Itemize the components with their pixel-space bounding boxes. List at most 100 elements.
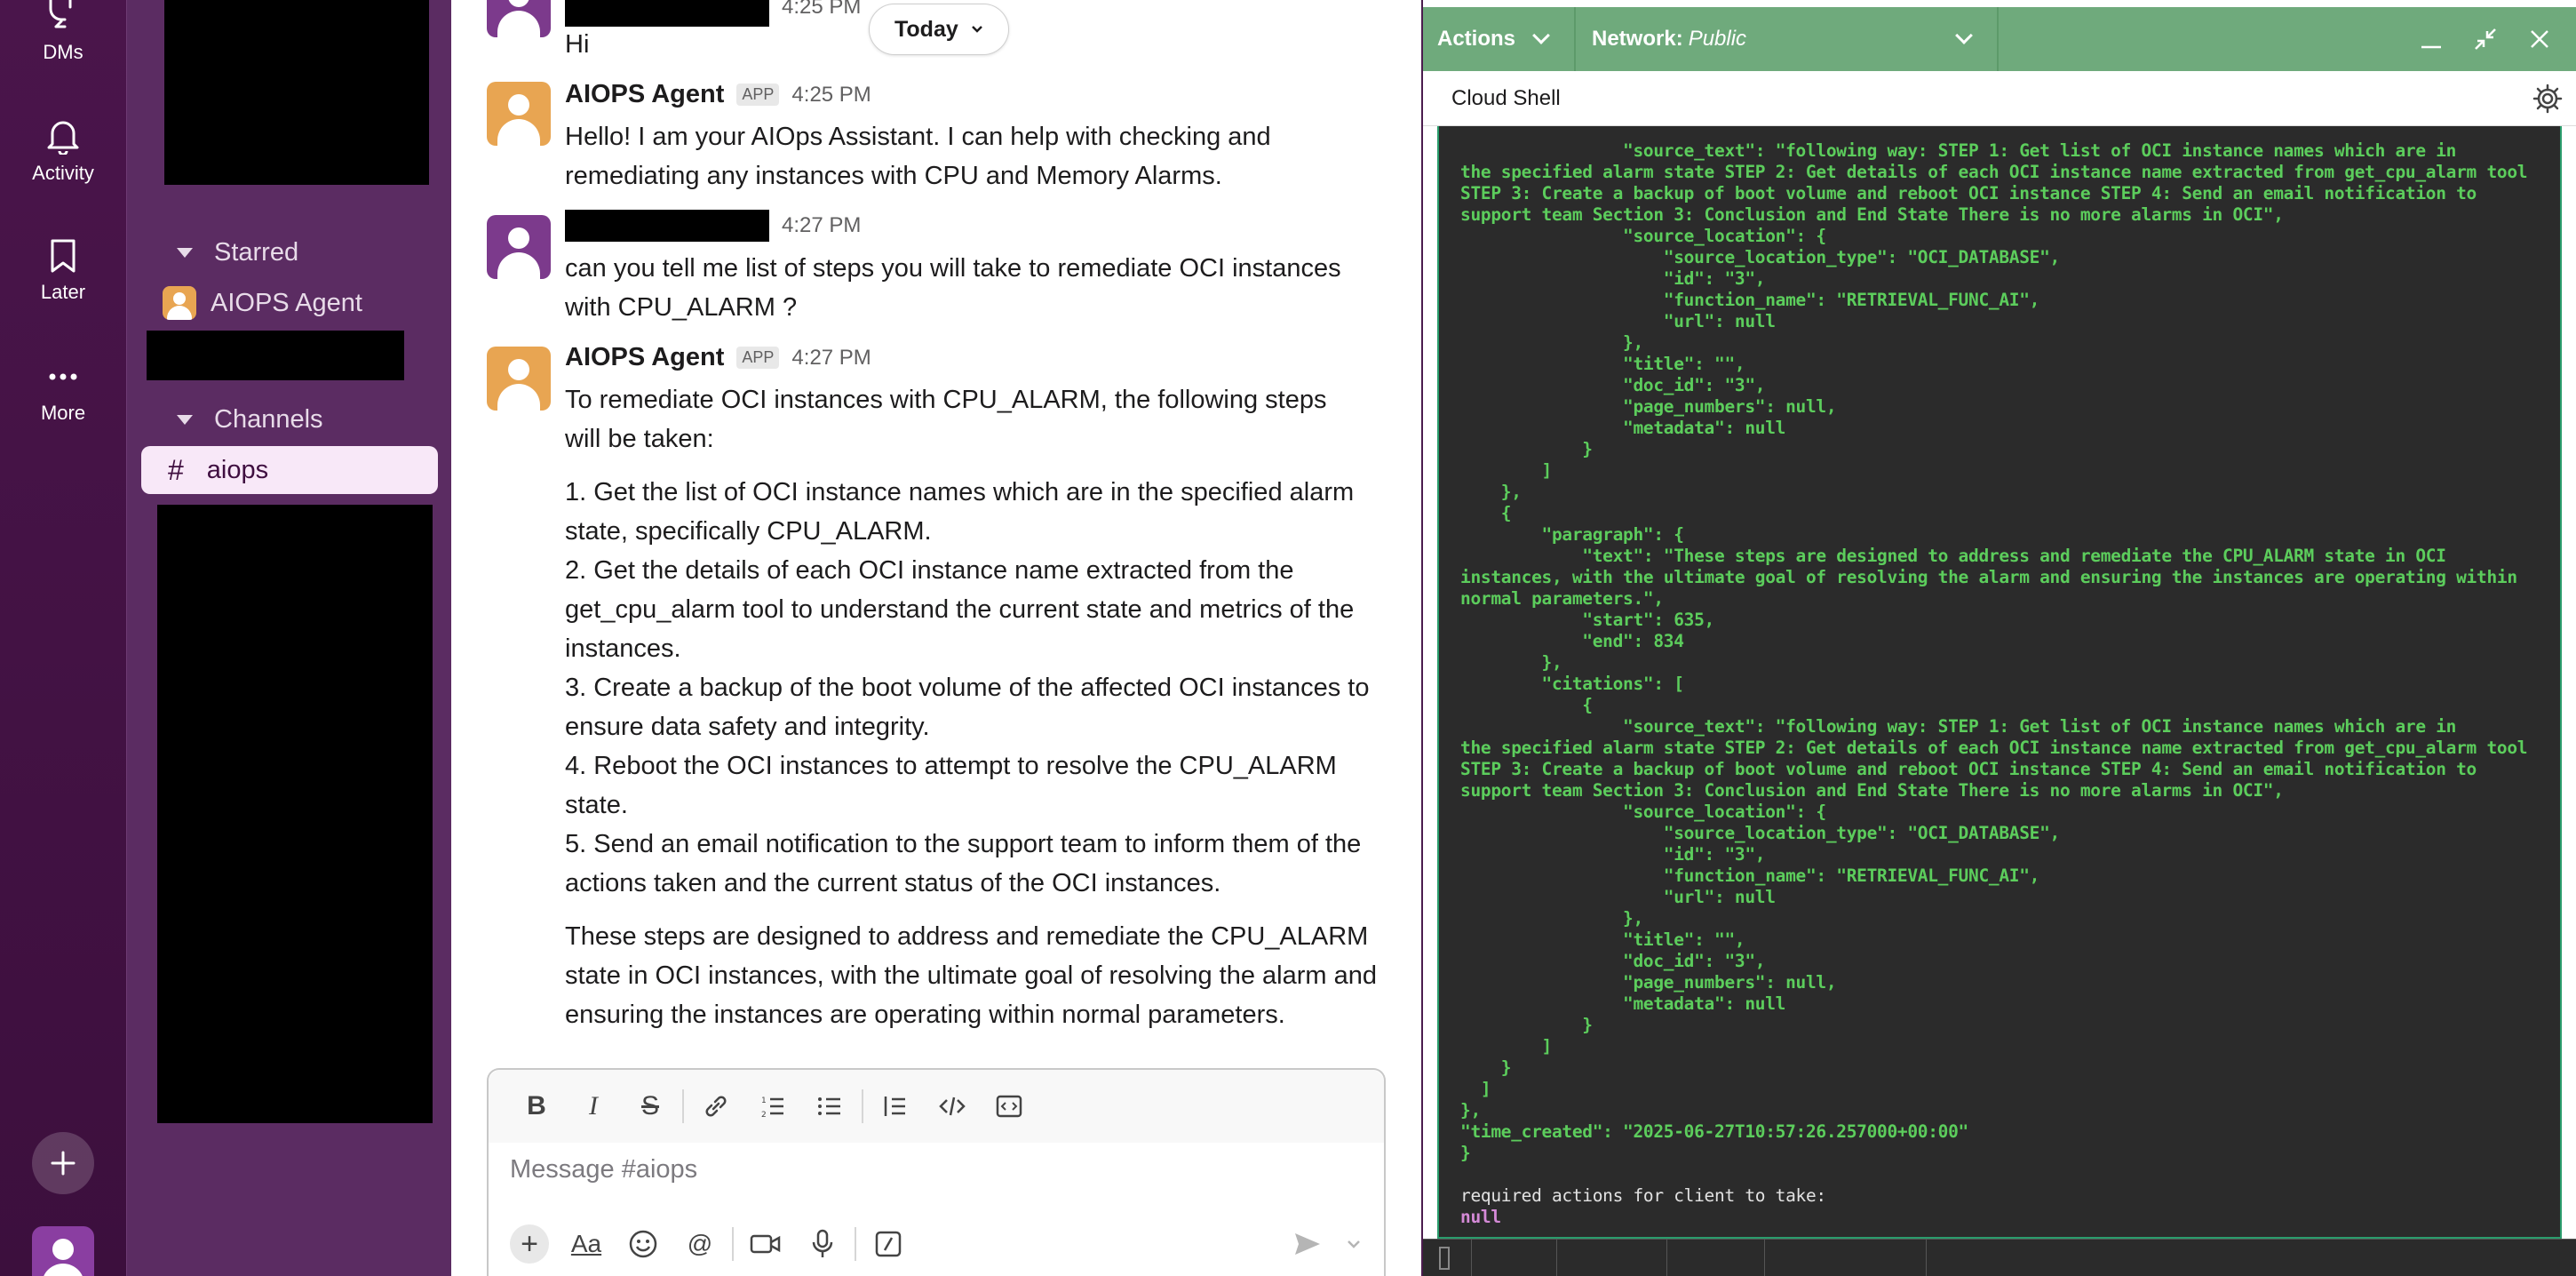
message-input[interactable] <box>510 1155 1309 1184</box>
mention-icon[interactable]: @ <box>672 1217 728 1271</box>
starred-section-header[interactable]: Starred <box>171 238 298 267</box>
window-controls <box>2420 7 2576 71</box>
bold-icon[interactable]: B <box>508 1080 565 1133</box>
italic-icon[interactable]: I <box>565 1080 622 1133</box>
message-composer: B I S 12 + <box>487 1068 1386 1276</box>
bulleted-list-icon[interactable] <box>801 1080 858 1133</box>
redacted-sender <box>565 210 769 242</box>
actions-label: Actions <box>1437 27 1516 51</box>
redacted-block <box>147 331 404 380</box>
terminal-line: }, <box>1460 482 1522 502</box>
terminal-line: support team Section 3: Conclusion and E… <box>1460 204 2284 225</box>
code-icon[interactable] <box>924 1080 981 1133</box>
composer-actions: + Aa @ <box>501 1216 1371 1272</box>
code-block-icon[interactable] <box>981 1080 1038 1133</box>
status-divider <box>1666 1240 1667 1276</box>
toolbar-divider <box>732 1227 734 1261</box>
send-options-button[interactable] <box>1336 1217 1371 1271</box>
add-workspace-button[interactable] <box>32 1132 94 1194</box>
toolbar-divider <box>855 1227 856 1261</box>
minimize-icon[interactable] <box>2420 28 2443 51</box>
chevron-down-icon <box>1532 27 1550 44</box>
cloud-shell-title: Cloud Shell <box>1451 85 1561 110</box>
microphone-icon[interactable] <box>794 1217 851 1271</box>
bookmark-icon <box>51 239 76 273</box>
more-dots-icon <box>49 373 77 380</box>
terminal-footer-value: null <box>1460 1207 1501 1227</box>
attach-plus-button[interactable]: + <box>501 1217 558 1271</box>
sidebar-item-aiops-agent[interactable]: AIOPS Agent <box>163 286 362 320</box>
avatar[interactable] <box>487 215 551 279</box>
link-icon[interactable] <box>688 1080 744 1133</box>
terminal-line: "metadata": null <box>1460 418 1786 438</box>
terminal-line: "end": 834 <box>1460 631 1684 651</box>
date-divider-button[interactable]: Today <box>869 4 1009 55</box>
dms-icon <box>49 0 72 28</box>
toolbar-divider <box>862 1089 863 1123</box>
message-time[interactable]: 4:25 PM <box>782 0 861 20</box>
message-intro: To remediate OCI instances with CPU_ALAR… <box>565 386 1327 453</box>
terminal-line: support team Section 3: Conclusion and E… <box>1460 780 2284 801</box>
slash-command-icon[interactable] <box>860 1217 917 1271</box>
terminal-output[interactable]: "source_text": "following way: STEP 1: G… <box>1437 126 2562 1239</box>
channels-section-header[interactable]: Channels <box>171 405 323 435</box>
rail-activity-label: Activity <box>32 162 94 184</box>
terminal-json-lines: "source_text": "following way: STEP 1: G… <box>1460 140 2560 1164</box>
message-header: AIOPS Agent APP 4:27 PM <box>565 343 871 372</box>
network-dropdown[interactable]: Network: Public <box>1576 7 1999 71</box>
cloud-shell-toolbar: Actions Network: Public <box>1423 7 2576 71</box>
terminal-line: "title": "", <box>1460 929 1745 950</box>
starred-label: Starred <box>214 238 299 267</box>
redacted-block <box>157 505 433 1123</box>
terminal-line: the specified alarm state STEP 2: Get de… <box>1460 162 2528 182</box>
actions-dropdown[interactable]: Actions <box>1423 7 1576 71</box>
blockquote-icon[interactable] <box>867 1080 924 1133</box>
close-icon[interactable] <box>2528 28 2551 51</box>
terminal-line: } <box>1460 1057 1512 1078</box>
message-time[interactable]: 4:27 PM <box>782 213 861 238</box>
emoji-icon[interactable] <box>615 1217 672 1271</box>
terminal-line: { <box>1460 503 1512 523</box>
video-icon[interactable] <box>737 1217 794 1271</box>
sender-name[interactable]: AIOPS Agent <box>565 343 724 372</box>
rail-dms[interactable]: DMs <box>0 0 126 64</box>
terminal-line: instances, with the ultimate goal of res… <box>1460 567 2517 587</box>
plus-icon <box>51 1151 76 1176</box>
send-button[interactable] <box>1279 1217 1336 1271</box>
agent-avatar[interactable] <box>487 82 551 146</box>
svg-text:1: 1 <box>761 1097 767 1105</box>
restore-icon[interactable] <box>2473 27 2498 52</box>
terminal-line: "citations": [ <box>1460 674 1684 694</box>
message-time[interactable]: 4:27 PM <box>791 346 871 371</box>
cloud-shell-panel: Actions Network: Public Cloud Shell "sou… <box>1421 0 2576 1276</box>
strikethrough-icon[interactable]: S <box>622 1080 679 1133</box>
terminal-line: "doc_id": "3", <box>1460 375 1766 395</box>
status-divider <box>1471 1240 1472 1276</box>
sidebar-item-aiops[interactable]: # aiops <box>141 446 438 494</box>
agent-avatar[interactable] <box>487 347 551 411</box>
message-text: Hello! I am your AIOps Assistant. I can … <box>565 123 1271 190</box>
message-time[interactable]: 4:25 PM <box>791 83 871 108</box>
rail-later[interactable]: Later <box>0 238 126 304</box>
hash-icon: # <box>168 453 184 486</box>
user-avatar[interactable] <box>32 1226 94 1276</box>
rail-activity[interactable]: Activity <box>0 117 126 185</box>
terminal-line: { <box>1460 695 1593 715</box>
terminal-line: ] <box>1460 1079 1491 1099</box>
list-item: 5. Send an email notification to the sup… <box>565 830 1362 897</box>
terminal-line: normal parameters.", <box>1460 588 1664 609</box>
sidebar-item-label: aiops <box>206 455 269 484</box>
text-format-icon[interactable]: Aa <box>558 1217 615 1271</box>
terminal-line: "text": "These steps are designed to add… <box>1460 546 2446 566</box>
terminal-line: "source_text": "following way: STEP 1: G… <box>1460 716 2457 737</box>
toolbar-divider <box>682 1089 684 1123</box>
rail-more[interactable]: More <box>0 359 126 425</box>
rail-later-label: Later <box>40 281 86 303</box>
ordered-list-icon[interactable]: 12 <box>744 1080 801 1133</box>
terminal-line: "paragraph": { <box>1460 524 1684 545</box>
gear-icon[interactable] <box>2532 83 2564 115</box>
terminal-text: "source_text": "following way: STEP 1: G… <box>1460 140 2560 1228</box>
avatar[interactable] <box>487 0 551 37</box>
sender-name[interactable]: AIOPS Agent <box>565 80 724 109</box>
chevron-down-icon <box>971 26 982 33</box>
